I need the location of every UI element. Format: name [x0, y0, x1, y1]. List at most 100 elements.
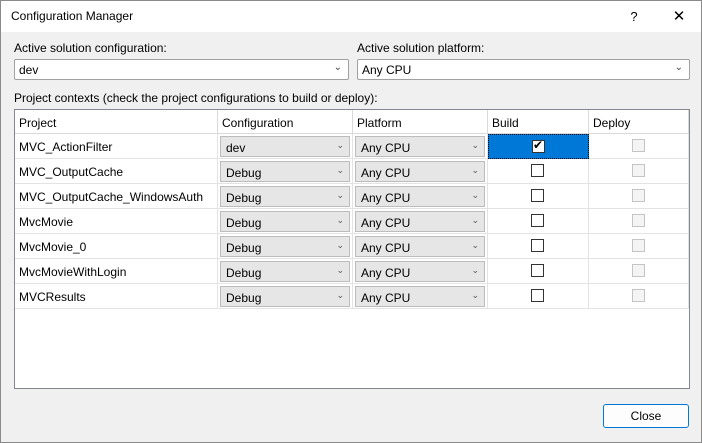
table-row: MVCResults Debug ⌄ Any CPU ⌄ — [15, 284, 689, 309]
platform-cell: Any CPU ⌄ — [353, 184, 488, 209]
build-checkbox[interactable] — [531, 214, 544, 227]
chevron-down-icon: ⌄ — [471, 140, 479, 150]
project-name: MvcMovie — [19, 215, 74, 229]
platform-dropdown[interactable]: Any CPU ⌄ — [355, 286, 485, 307]
configuration-value: Debug — [226, 216, 262, 230]
platform-value: Any CPU — [361, 191, 411, 205]
build-cell[interactable] — [488, 259, 589, 284]
configuration-dropdown[interactable]: Debug ⌄ — [220, 161, 350, 182]
configuration-cell: Debug ⌄ — [218, 184, 353, 209]
platform-cell: Any CPU ⌄ — [353, 134, 488, 159]
build-checkbox[interactable] — [531, 164, 544, 177]
build-cell[interactable] — [488, 184, 589, 209]
project-name: MvcMovieWithLogin — [19, 265, 127, 279]
column-header-platform[interactable]: Platform — [353, 110, 488, 134]
platform-dropdown[interactable]: Any CPU ⌄ — [355, 211, 485, 232]
table-row: MvcMovieWithLogin Debug ⌄ Any CPU ⌄ — [15, 259, 689, 284]
deploy-cell — [589, 284, 689, 309]
configuration-dropdown[interactable]: Debug ⌄ — [220, 261, 350, 282]
build-cell[interactable] — [488, 284, 589, 309]
configuration-dropdown[interactable]: dev ⌄ — [220, 136, 350, 157]
checkmark-icon: ✔ — [533, 138, 544, 152]
build-cell[interactable] — [488, 209, 589, 234]
platform-cell: Any CPU ⌄ — [353, 284, 488, 309]
column-header-build[interactable]: Build — [488, 110, 589, 134]
column-header-project[interactable]: Project — [15, 110, 218, 134]
table-row: MVC_OutputCache_WindowsAuth Debug ⌄ Any … — [15, 184, 689, 209]
platform-dropdown[interactable]: Any CPU ⌄ — [355, 136, 485, 157]
chevron-down-icon: ⌄ — [471, 215, 479, 225]
close-icon[interactable]: ✕ — [657, 1, 701, 32]
chevron-down-icon: ⌄ — [336, 240, 344, 250]
project-contexts-grid: Project Configuration Platform Build Dep… — [14, 109, 690, 389]
configuration-value: Debug — [226, 191, 262, 205]
project-cell: MvcMovie_0 — [15, 234, 218, 259]
configuration-cell: dev ⌄ — [218, 134, 353, 159]
active-config-label: Active solution configuration: — [14, 41, 167, 55]
platform-dropdown[interactable]: Any CPU ⌄ — [355, 261, 485, 282]
table-row: MvcMovie Debug ⌄ Any CPU ⌄ — [15, 209, 689, 234]
platform-cell: Any CPU ⌄ — [353, 209, 488, 234]
build-cell[interactable] — [488, 234, 589, 259]
configuration-value: Debug — [226, 266, 262, 280]
chevron-down-icon: ⌄ — [336, 290, 344, 300]
build-checkbox[interactable] — [531, 264, 544, 277]
chevron-down-icon: ⌄ — [336, 265, 344, 275]
configuration-cell: Debug ⌄ — [218, 209, 353, 234]
project-cell: MvcMovie — [15, 209, 218, 234]
window-title: Configuration Manager — [11, 9, 134, 23]
configuration-dropdown[interactable]: Debug ⌄ — [220, 186, 350, 207]
chevron-down-icon: ⌄ — [336, 190, 344, 200]
active-config-value: dev — [19, 63, 39, 77]
platform-dropdown[interactable]: Any CPU ⌄ — [355, 186, 485, 207]
build-checkbox[interactable] — [531, 239, 544, 252]
deploy-checkbox — [632, 289, 645, 302]
column-header-deploy[interactable]: Deploy — [589, 110, 689, 134]
project-cell: MVC_OutputCache — [15, 159, 218, 184]
chevron-down-icon: ⌄ — [674, 62, 683, 73]
deploy-cell — [589, 259, 689, 284]
active-platform-dropdown[interactable]: Any CPU ⌄ — [357, 59, 690, 80]
platform-value: Any CPU — [361, 166, 411, 180]
configuration-value: Debug — [226, 166, 262, 180]
platform-value: Any CPU — [361, 141, 411, 155]
deploy-checkbox — [632, 164, 645, 177]
configuration-dropdown[interactable]: Debug ⌄ — [220, 236, 350, 257]
build-checkbox[interactable]: ✔ — [532, 138, 545, 153]
close-button[interactable]: Close — [603, 404, 689, 428]
platform-dropdown[interactable]: Any CPU ⌄ — [355, 161, 485, 182]
configuration-dropdown[interactable]: Debug ⌄ — [220, 211, 350, 232]
build-cell[interactable] — [488, 159, 589, 184]
project-name: MvcMovie_0 — [19, 240, 87, 254]
deploy-checkbox — [632, 139, 645, 152]
chevron-down-icon: ⌄ — [471, 165, 479, 175]
configuration-cell: Debug ⌄ — [218, 234, 353, 259]
configuration-value: Debug — [226, 241, 262, 255]
project-name: MVC_OutputCache_WindowsAuth — [19, 190, 204, 204]
deploy-checkbox — [632, 214, 645, 227]
platform-dropdown[interactable]: Any CPU ⌄ — [355, 236, 485, 257]
active-platform-label: Active solution platform: — [357, 41, 485, 55]
build-cell[interactable]: ✔ — [488, 134, 589, 159]
platform-value: Any CPU — [361, 266, 411, 280]
configuration-dropdown[interactable]: Debug ⌄ — [220, 286, 350, 307]
platform-cell: Any CPU ⌄ — [353, 234, 488, 259]
chevron-down-icon: ⌄ — [471, 190, 479, 200]
project-name: MVCResults — [19, 290, 86, 304]
build-checkbox[interactable] — [531, 289, 544, 302]
project-cell: MvcMovieWithLogin — [15, 259, 218, 284]
project-cell: MVCResults — [15, 284, 218, 309]
deploy-checkbox — [632, 189, 645, 202]
deploy-checkbox — [632, 264, 645, 277]
chevron-down-icon: ⌄ — [471, 265, 479, 275]
chevron-down-icon: ⌄ — [471, 290, 479, 300]
configuration-cell: Debug ⌄ — [218, 159, 353, 184]
build-checkbox[interactable] — [531, 189, 544, 202]
platform-value: Any CPU — [361, 291, 411, 305]
active-platform-value: Any CPU — [362, 63, 412, 77]
active-config-dropdown[interactable]: dev ⌄ — [14, 59, 349, 80]
help-icon[interactable]: ? — [613, 1, 655, 32]
platform-value: Any CPU — [361, 241, 411, 255]
column-header-configuration[interactable]: Configuration — [218, 110, 353, 134]
platform-cell: Any CPU ⌄ — [353, 259, 488, 284]
